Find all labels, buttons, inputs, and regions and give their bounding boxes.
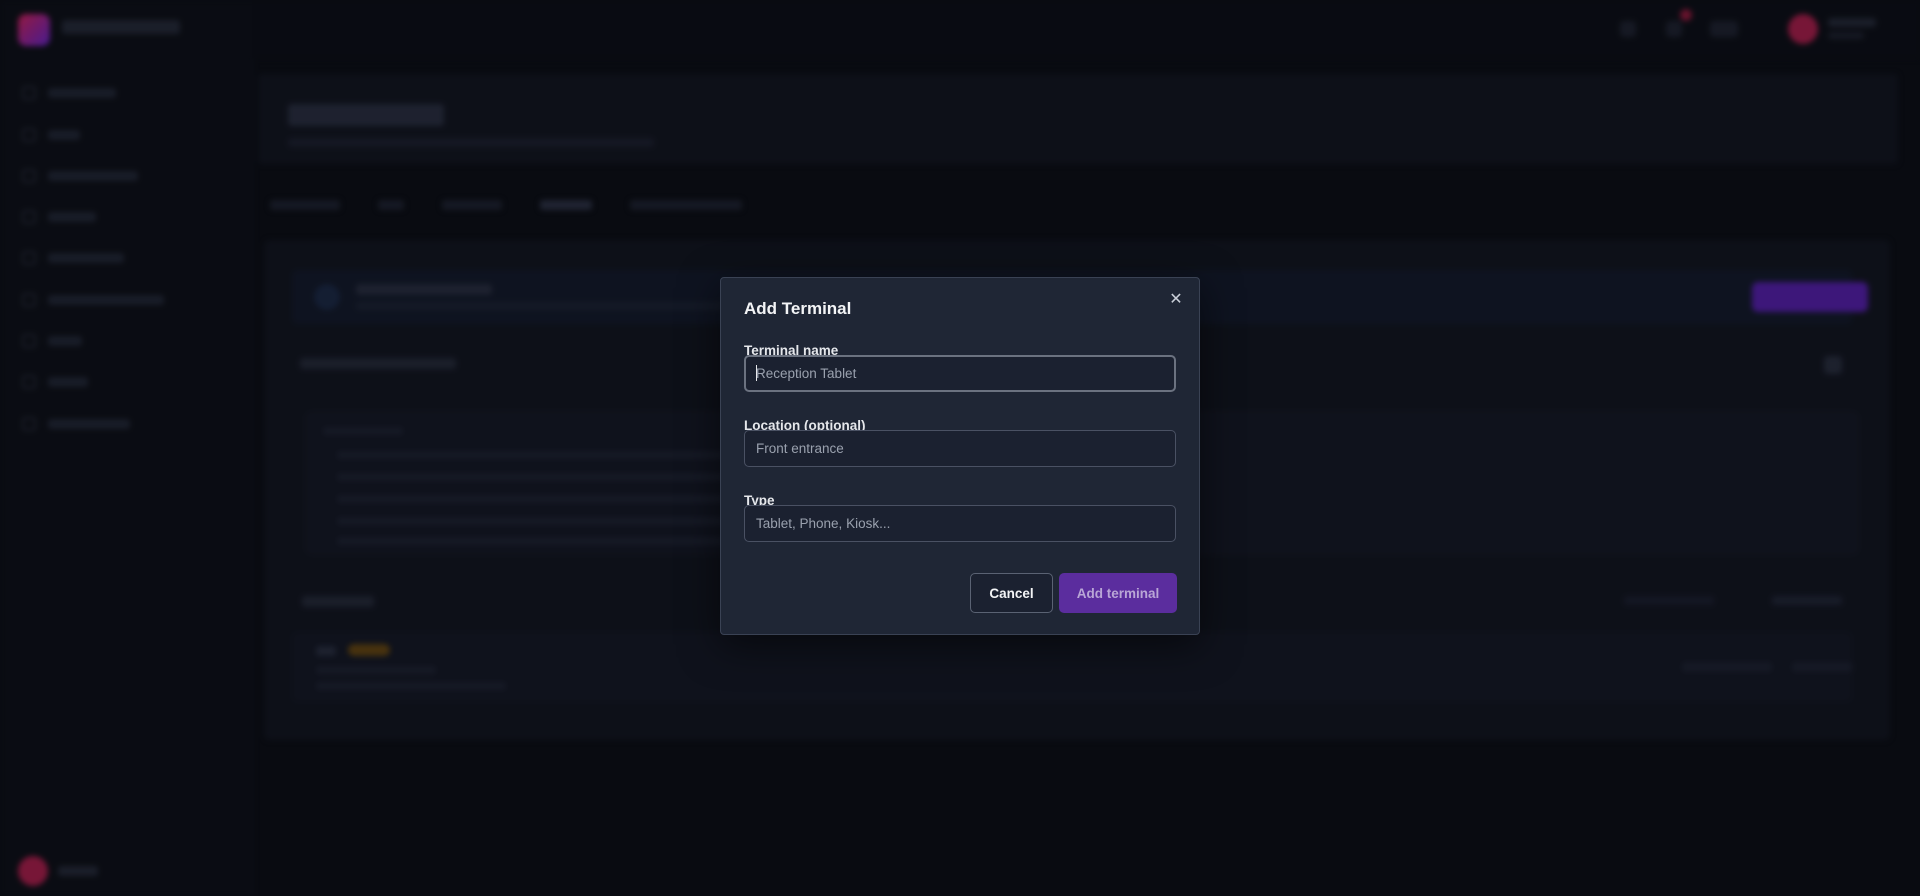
add-terminal-button[interactable]: Add terminal: [1059, 573, 1177, 613]
terminal-name-input[interactable]: [744, 355, 1176, 392]
add-terminal-dialog: Add Terminal ✕ Terminal name Location (o…: [720, 277, 1200, 635]
text-caret: [756, 365, 757, 381]
cancel-button[interactable]: Cancel: [970, 573, 1053, 613]
location-input[interactable]: [744, 430, 1176, 467]
close-icon: ✕: [1169, 289, 1183, 308]
dialog-title: Add Terminal: [744, 299, 852, 318]
close-button[interactable]: ✕: [1163, 286, 1189, 312]
type-input[interactable]: [744, 505, 1176, 542]
